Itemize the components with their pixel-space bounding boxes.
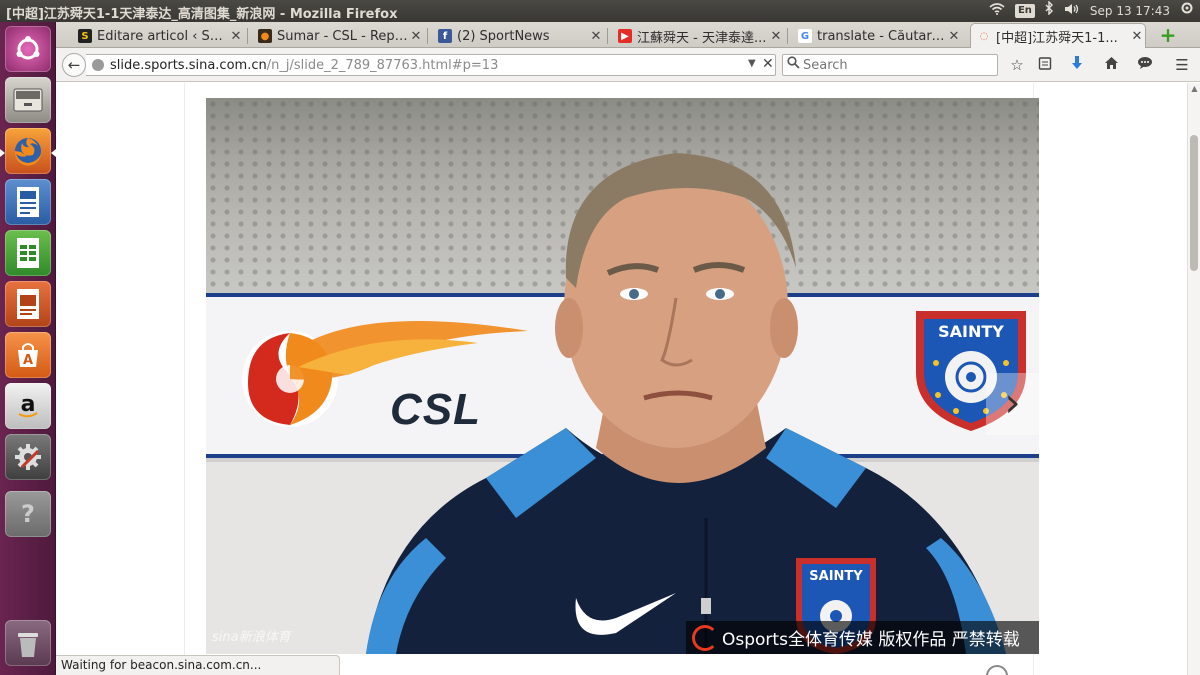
top-panel: [中超]江苏舜天1-1天津泰达_高清图集_新浪网 - Mozilla Firef…: [0, 0, 1200, 22]
coach-portrait: SAINTY: [366, 153, 1006, 654]
tab-separator: [607, 28, 608, 44]
svg-text:?: ?: [21, 500, 35, 528]
scroll-up-arrow-icon[interactable]: ▲: [1188, 83, 1200, 95]
help-launcher-button[interactable]: ?: [5, 491, 51, 537]
tab-label: Editare articol ‹ Spo...: [97, 28, 228, 44]
amazon-icon: a: [18, 392, 38, 418]
unity-launcher: A a ?: [0, 22, 56, 675]
firefox-launcher-button[interactable]: [5, 128, 51, 174]
loading-favicon-icon: ◌: [979, 31, 989, 42]
wifi-icon[interactable]: [989, 0, 1005, 22]
tab[interactable]: f (2) SportNews ✕: [432, 24, 604, 48]
home-icon[interactable]: [1100, 55, 1122, 75]
url-text[interactable]: slide.sports.sina.com.cn/n_j/slide_2_789…: [110, 58, 498, 73]
stop-loading-icon[interactable]: ✕: [762, 56, 774, 72]
tab-label: translate - Căutare ...: [817, 28, 946, 44]
photo-credit-bar: Osports全体育传媒 版权作品 严禁转载: [686, 621, 1039, 654]
youtube-favicon-icon: ▶: [618, 29, 632, 43]
tab-close-icon[interactable]: ✕: [1129, 29, 1145, 44]
spreadsheet-icon: [17, 238, 39, 268]
tab-close-icon[interactable]: ✕: [946, 29, 962, 44]
writer-document-icon: [17, 187, 39, 217]
url-bar[interactable]: slide.sports.sina.com.cn/n_j/slide_2_789…: [86, 54, 776, 76]
search-bar[interactable]: [782, 54, 998, 76]
url-path: /n_j/slide_2_789_87763.html#p=13: [266, 58, 499, 73]
trash-launcher-button[interactable]: [5, 620, 51, 666]
tab[interactable]: S Editare articol ‹ Spo... ✕: [72, 24, 244, 48]
tab-label: [中超]江苏舜天1-1...: [996, 31, 1118, 46]
tab-close-icon[interactable]: ✕: [408, 29, 424, 44]
writer-launcher-button[interactable]: [5, 179, 51, 225]
dash-home-button[interactable]: [5, 26, 51, 72]
ubuntu-logo-icon: [16, 36, 40, 60]
page-content: CSL SAINTY SAINTY › sina新浪体育 Osports全体育传…: [56, 83, 1187, 675]
url-host: slide.sports.sina.com.cn: [110, 58, 267, 73]
bookmark-star-icon[interactable]: ☆: [1006, 55, 1028, 75]
sina-watermark: sina新浪体育: [212, 630, 291, 645]
tab-label: (2) SportNews: [457, 28, 550, 44]
power-gear-icon[interactable]: [1180, 0, 1194, 22]
back-arrow-icon: ←: [67, 56, 81, 74]
software-center-launcher-button[interactable]: A: [5, 332, 51, 378]
navigation-toolbar: ← slide.sports.sina.com.cn/n_j/slide_2_7…: [56, 48, 1200, 82]
tab[interactable]: ▶ 江蘇舜天 - 天津泰達... ✕: [612, 24, 784, 48]
osports-logo-icon: [692, 624, 718, 651]
scrollbar-thumb[interactable]: [1190, 135, 1198, 271]
site-identity-icon[interactable]: [92, 59, 104, 71]
amazon-launcher-button[interactable]: a: [5, 383, 51, 429]
system-tray: En Sep 13 17:43: [989, 0, 1194, 22]
sportnews-favicon-icon: S: [78, 29, 92, 43]
csl-favicon-icon: ●: [258, 29, 272, 43]
svg-text:A: A: [23, 353, 33, 368]
tab-close-icon[interactable]: ✕: [768, 29, 784, 44]
search-input[interactable]: [803, 57, 993, 73]
page-scrollbar[interactable]: ▲: [1187, 83, 1200, 675]
tab-separator: [247, 28, 248, 44]
next-slide-button[interactable]: ›: [986, 373, 1039, 435]
downloads-icon[interactable]: [1066, 55, 1088, 75]
tab-strip: S Editare articol ‹ Spo... ✕ ● Sumar - CSL -…: [56, 22, 1200, 49]
bluetooth-icon[interactable]: [1045, 0, 1054, 22]
running-indicator: [0, 149, 5, 157]
hamburger-menu-icon[interactable]: ☰: [1171, 55, 1193, 75]
shopping-bag-icon: A: [18, 343, 38, 368]
trash-can-icon: [18, 633, 38, 657]
tab[interactable]: Gtranslate - Căutare ... ✕: [792, 24, 962, 48]
chat-bubble-icon[interactable]: [1134, 55, 1156, 75]
clock[interactable]: Sep 13 17:43: [1090, 4, 1170, 18]
system-settings-launcher-button[interactable]: [5, 434, 51, 480]
settings-gear-icon: [15, 444, 41, 470]
tab-active[interactable]: ◌ [中超]江苏舜天1-1... ✕: [970, 23, 1146, 49]
status-bar: Waiting for beacon.sina.com.cn...: [56, 655, 340, 675]
tab-close-icon[interactable]: ✕: [228, 29, 244, 44]
file-cabinet-icon: [13, 88, 43, 112]
firefox-icon: [14, 138, 41, 166]
tab-separator: [427, 28, 428, 44]
tab-label: Sumar - CSL - Repub...: [277, 28, 408, 44]
window-title: [中超]江苏舜天1-1天津泰达_高清图集_新浪网 - Mozilla Firef…: [6, 7, 398, 22]
slide-image[interactable]: CSL SAINTY SAINTY › sina新浪体育 Osports全体育传…: [206, 98, 1039, 654]
files-launcher-button[interactable]: [5, 77, 51, 123]
calc-launcher-button[interactable]: [5, 230, 51, 276]
volume-icon[interactable]: [1064, 0, 1080, 22]
help-question-icon: ?: [21, 500, 35, 528]
tab-close-icon[interactable]: ✕: [588, 29, 604, 44]
google-favicon-icon: G: [798, 29, 812, 43]
facebook-favicon-icon: f: [438, 29, 452, 43]
search-icon: [787, 56, 800, 73]
reading-list-icon[interactable]: [1034, 55, 1056, 75]
tab-separator: [787, 28, 788, 44]
svg-text:a: a: [21, 392, 36, 417]
tab-label: 江蘇舜天 - 天津泰達...: [637, 30, 767, 46]
presentation-icon: [17, 289, 39, 319]
tab[interactable]: ● Sumar - CSL - Repub...✕: [252, 24, 424, 48]
keyboard-layout-indicator[interactable]: En: [1014, 4, 1035, 18]
photo-credit-text: Osports全体育传媒 版权作品 严禁转载: [722, 630, 1020, 650]
impress-launcher-button[interactable]: [5, 281, 51, 327]
svg-text:SAINTY: SAINTY: [809, 569, 863, 584]
url-history-dropdown-icon[interactable]: ▼: [748, 58, 756, 69]
new-tab-button[interactable]: +: [1157, 25, 1179, 45]
back-button[interactable]: ←: [62, 53, 86, 77]
